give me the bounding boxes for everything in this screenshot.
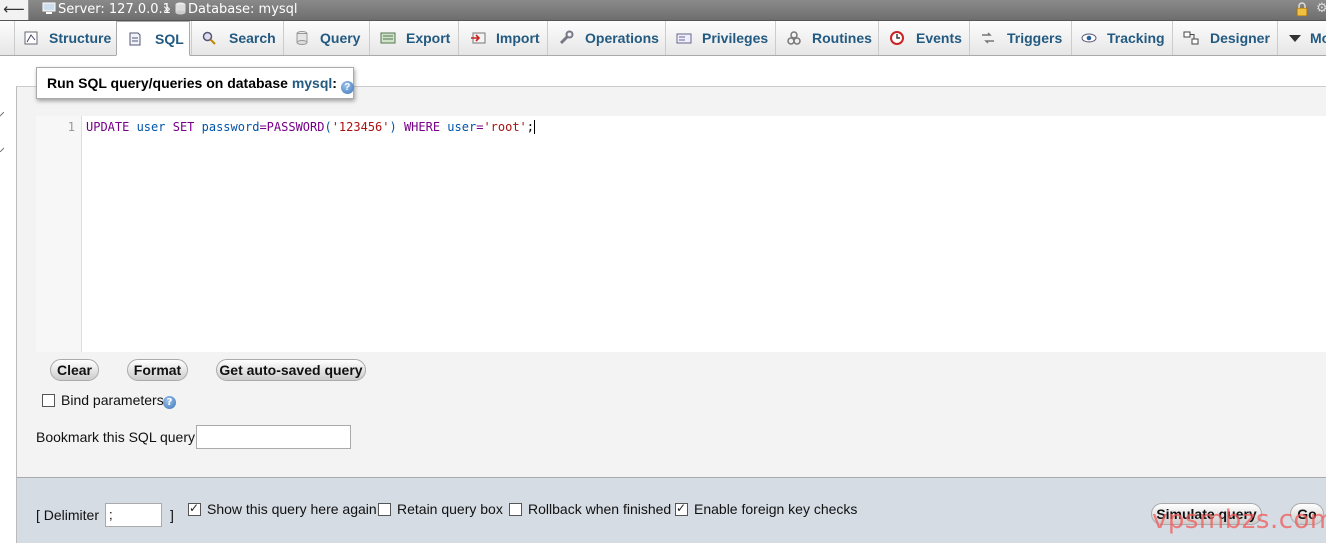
eye-icon xyxy=(1081,33,1097,43)
sql-paren: ) xyxy=(389,120,404,134)
sql-semicolon: ; xyxy=(526,120,535,134)
show-query-again-label: Show this query here again xyxy=(207,501,377,517)
back-arrow-icon[interactable]: ⟵ xyxy=(0,0,29,20)
breadcrumb-separator: » xyxy=(163,2,171,17)
lock-icon[interactable] xyxy=(1295,2,1309,16)
foreign-key-checks-label: Enable foreign key checks xyxy=(694,501,858,517)
help-icon[interactable]: ? xyxy=(340,81,354,94)
sql-string: '123456' xyxy=(331,120,390,134)
tab-import[interactable]: Import xyxy=(458,21,546,55)
tab-sql-label: SQL xyxy=(155,31,184,47)
sql-identifier: user xyxy=(440,120,477,134)
structure-icon xyxy=(24,31,38,45)
tab-search-label: Search xyxy=(229,30,276,46)
sql-paren: ( xyxy=(324,120,332,134)
retain-query-box-checkbox[interactable] xyxy=(378,503,391,516)
tab-import-label: Import xyxy=(496,30,540,46)
tab-routines[interactable]: Routines xyxy=(775,21,877,55)
tab-triggers-label: Triggers xyxy=(1007,30,1063,46)
search-icon xyxy=(202,31,216,45)
get-autosaved-query-button[interactable]: Get auto-saved query xyxy=(216,359,366,381)
text-cursor xyxy=(534,120,536,134)
bind-parameters-checkbox[interactable] xyxy=(42,394,55,407)
foreign-key-checks-checkbox[interactable] xyxy=(675,501,688,516)
routines-icon xyxy=(787,31,801,45)
sql-editor[interactable]: 1 UPDATE user SET password=PASSWORD('123… xyxy=(36,116,1326,352)
server-icon xyxy=(42,2,56,14)
clear-button[interactable]: Clear xyxy=(50,359,99,381)
sql-identifier: user xyxy=(129,120,173,134)
tab-search[interactable]: Search xyxy=(191,21,282,55)
tab-export[interactable]: Export xyxy=(369,21,457,55)
database-icon xyxy=(175,2,186,15)
wrench-icon xyxy=(559,30,574,45)
bookmark-label: Bookmark this SQL query: xyxy=(36,429,199,445)
rollback-checkbox[interactable] xyxy=(509,503,522,516)
tab-tracking[interactable]: Tracking xyxy=(1071,21,1171,55)
tab-designer-label: Designer xyxy=(1210,30,1270,46)
triggers-icon xyxy=(982,32,994,44)
panel-legend: Run SQL query/queries on database mysql:… xyxy=(36,67,354,99)
breadcrumb-server-label: Server: 127.0.0.1 xyxy=(58,2,171,17)
legend-label: Run SQL query/queries on database xyxy=(47,75,292,91)
tab-sql[interactable]: SQL xyxy=(116,21,190,56)
tab-structure-label: Structure xyxy=(49,30,112,46)
import-icon xyxy=(471,32,486,44)
tab-privileges-label: Privileges xyxy=(702,30,769,46)
tab-export-label: Export xyxy=(406,30,451,46)
editor-gutter: 1 xyxy=(36,116,82,352)
tab-more[interactable]: Mo xyxy=(1277,21,1326,55)
retain-query-box-label: Retain query box xyxy=(397,501,503,517)
tab-operations-label: Operations xyxy=(585,30,659,46)
designer-icon xyxy=(1183,31,1199,45)
sql-code-line[interactable]: UPDATE user SET password=PASSWORD('12345… xyxy=(86,120,536,134)
legend-suffix: : xyxy=(332,75,337,91)
chevron-down-icon xyxy=(1289,35,1301,42)
breadcrumb-database-label: Database: mysql xyxy=(188,2,298,17)
sql-identifier: password xyxy=(194,120,260,134)
line-number: 1 xyxy=(67,120,75,134)
delimiter-input[interactable]: ; xyxy=(105,503,162,527)
tab-operations[interactable]: Operations xyxy=(547,21,664,55)
tab-privileges[interactable]: Privileges xyxy=(665,21,774,55)
tab-more-label: Mo xyxy=(1310,30,1326,46)
sql-function: PASSWORD xyxy=(266,120,325,134)
tab-events-label: Events xyxy=(916,30,962,46)
bind-parameters-help-icon[interactable]: ? xyxy=(163,396,176,409)
breadcrumb-bar: ⟵ Server: 127.0.0.1 » Database: mysql ⚙ xyxy=(0,0,1326,21)
bookmark-input[interactable] xyxy=(196,425,351,449)
legend-text: Run SQL query/queries on database mysql:… xyxy=(47,68,354,98)
tab-query-label: Query xyxy=(320,30,361,46)
clock-icon xyxy=(890,31,904,45)
privileges-icon xyxy=(676,33,692,44)
tab-routines-label: Routines xyxy=(812,30,872,46)
legend-database-link[interactable]: mysql xyxy=(292,75,332,91)
sql-keyword: WHERE xyxy=(403,120,441,134)
tab-designer[interactable]: Designer xyxy=(1172,21,1276,55)
delimiter-close-label: ] xyxy=(170,507,174,523)
tab-query[interactable]: Query xyxy=(283,21,368,55)
sql-keyword: UPDATE xyxy=(86,120,130,134)
tab-bar: Structure SQL Search Query Export Import… xyxy=(0,21,1326,56)
tab-structure[interactable]: Structure xyxy=(14,21,116,55)
sql-operator: = xyxy=(259,120,267,134)
breadcrumb-database[interactable]: Database: mysql xyxy=(175,1,298,19)
bind-parameters-label: Bind parameters xyxy=(61,392,164,408)
sql-icon xyxy=(129,32,141,46)
breadcrumb-server[interactable]: Server: 127.0.0.1 xyxy=(42,1,171,19)
sql-keyword: SET xyxy=(172,120,195,134)
tab-events[interactable]: Events xyxy=(878,21,968,55)
gear-icon[interactable]: ⚙ xyxy=(1316,2,1326,16)
query-icon xyxy=(296,31,308,45)
sql-string: 'root' xyxy=(483,120,527,134)
tab-triggers[interactable]: Triggers xyxy=(969,21,1070,55)
watermark: vpsmbzs.com xyxy=(1152,505,1326,535)
tab-tracking-label: Tracking xyxy=(1107,30,1165,46)
side-collapse-handle[interactable] xyxy=(0,111,5,153)
rollback-label: Rollback when finished xyxy=(528,501,672,517)
export-icon xyxy=(380,32,396,44)
delimiter-open-label: [ Delimiter xyxy=(36,507,100,523)
format-button[interactable]: Format xyxy=(127,359,188,381)
show-query-again-checkbox[interactable] xyxy=(188,501,201,516)
